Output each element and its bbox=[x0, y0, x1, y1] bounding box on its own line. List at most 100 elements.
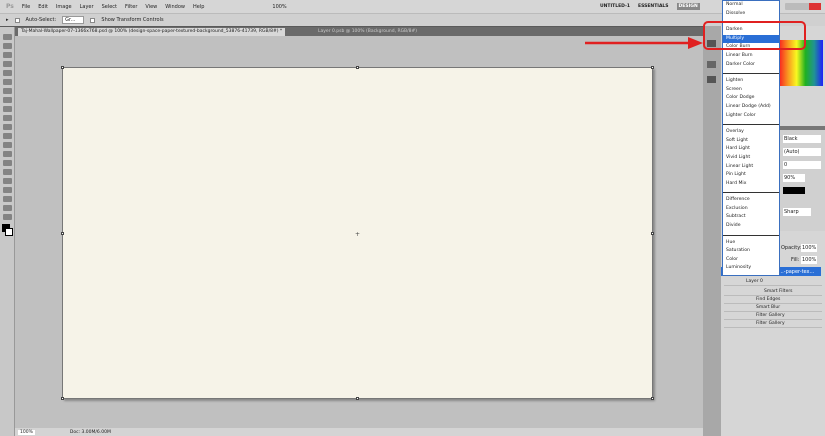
transform-handle[interactable] bbox=[651, 397, 654, 400]
fill-input[interactable]: 100% bbox=[801, 256, 818, 264]
menu-window[interactable]: Window bbox=[165, 4, 185, 10]
document-canvas[interactable]: + bbox=[61, 66, 654, 400]
zoom-tool-icon[interactable] bbox=[3, 214, 12, 220]
blend-mode-option[interactable]: Lighten bbox=[723, 77, 779, 86]
zoom-select[interactable]: 100% bbox=[272, 4, 286, 10]
blend-mode-option[interactable]: Luminosity bbox=[723, 264, 779, 273]
menu-edit[interactable]: Edit bbox=[38, 4, 48, 10]
menu-layer[interactable]: Layer bbox=[80, 4, 94, 10]
gradient-tool-icon[interactable] bbox=[3, 133, 12, 139]
transform-handle[interactable] bbox=[61, 397, 64, 400]
blend-mode-option[interactable]: Difference bbox=[723, 196, 779, 205]
tools-panel bbox=[0, 27, 15, 436]
eraser-tool-icon[interactable] bbox=[3, 124, 12, 130]
transform-handle[interactable] bbox=[61, 66, 64, 69]
layer-row[interactable]: Layer 0 bbox=[724, 278, 822, 286]
quick-select-tool-icon[interactable] bbox=[3, 61, 12, 67]
menu-file[interactable]: File bbox=[22, 4, 30, 10]
dodge-tool-icon[interactable] bbox=[3, 151, 12, 157]
close-button[interactable] bbox=[809, 3, 821, 10]
shape-tool-icon[interactable] bbox=[3, 187, 12, 193]
menu-separator bbox=[723, 120, 779, 126]
filter-row[interactable]: Filter Gallery bbox=[724, 312, 822, 320]
blend-mode-option[interactable]: Color Dodge bbox=[723, 94, 779, 103]
menu-separator bbox=[723, 188, 779, 194]
brush-panel-icon[interactable] bbox=[707, 61, 716, 68]
move-tool-icon[interactable] bbox=[3, 34, 12, 40]
transform-handle[interactable] bbox=[61, 232, 64, 235]
hand-tool-icon[interactable] bbox=[3, 205, 12, 211]
tab-active-document[interactable]: Taj-Mahal-Wallpaper-07-1366x768.psd @ 10… bbox=[18, 28, 286, 36]
opacity-input[interactable]: 100% bbox=[801, 244, 818, 252]
show-transform-checkbox[interactable] bbox=[90, 17, 96, 23]
marquee-tool-icon[interactable] bbox=[3, 43, 12, 49]
blend-mode-option[interactable]: Hard Mix bbox=[723, 180, 779, 189]
filter-row[interactable]: Find Edges bbox=[724, 296, 822, 304]
options-bar: ▸ Auto-Select: Gr... Show Transform Cont… bbox=[0, 13, 825, 26]
menu-image[interactable]: Image bbox=[56, 4, 72, 10]
menu-help[interactable]: Help bbox=[193, 4, 204, 10]
transform-handle[interactable] bbox=[356, 397, 359, 400]
transform-handle[interactable] bbox=[356, 66, 359, 69]
text-color-swatch[interactable] bbox=[783, 187, 805, 194]
auto-select-checkbox[interactable] bbox=[14, 17, 20, 23]
blend-mode-option[interactable]: Normal bbox=[723, 1, 779, 10]
workspace-essentials[interactable]: ESSENTIALS bbox=[638, 4, 669, 9]
blend-mode-option[interactable]: Hard Light bbox=[723, 145, 779, 154]
blend-mode-option[interactable]: Linear Burn bbox=[723, 52, 779, 61]
opacity-label: Opacity: bbox=[781, 245, 802, 251]
blend-mode-option[interactable]: Pin Light bbox=[723, 171, 779, 180]
adjustments-panel-icon[interactable] bbox=[707, 76, 716, 83]
workspace-untitled[interactable]: UNTITLED-1 bbox=[600, 4, 630, 9]
blend-mode-option[interactable]: Darker Color bbox=[723, 61, 779, 70]
menu-filter[interactable]: Filter bbox=[125, 4, 137, 10]
blend-mode-option[interactable]: Vivid Light bbox=[723, 154, 779, 163]
blend-mode-option[interactable]: Linear Dodge (Add) bbox=[723, 103, 779, 112]
lasso-tool-icon[interactable] bbox=[3, 52, 12, 58]
pen-tool-icon[interactable] bbox=[3, 160, 12, 166]
color-select[interactable]: Black bbox=[783, 135, 821, 143]
transform-handle[interactable] bbox=[651, 232, 654, 235]
filter-row[interactable]: Filter Gallery bbox=[724, 320, 822, 328]
transform-handle[interactable] bbox=[651, 66, 654, 69]
blend-mode-option[interactable]: Linear Light bbox=[723, 163, 779, 172]
clone-tool-icon[interactable] bbox=[3, 106, 12, 112]
blend-mode-option[interactable]: Subtract bbox=[723, 213, 779, 222]
menu-view[interactable]: View bbox=[145, 4, 157, 10]
blend-mode-option[interactable]: Hue bbox=[723, 239, 779, 248]
auto-select-dropdown[interactable]: Gr... bbox=[62, 16, 85, 24]
blend-mode-option[interactable]: Screen bbox=[723, 86, 779, 95]
antialias-select[interactable]: Sharp bbox=[783, 208, 811, 216]
3d-tool-icon[interactable] bbox=[3, 196, 12, 202]
healing-tool-icon[interactable] bbox=[3, 88, 12, 94]
blend-mode-option[interactable]: Dissolve bbox=[723, 10, 779, 19]
type-tool-icon[interactable] bbox=[3, 169, 12, 175]
leading-select[interactable]: (Auto) bbox=[783, 148, 821, 156]
blend-mode-option[interactable]: Overlay bbox=[723, 128, 779, 137]
blend-mode-option[interactable]: Color bbox=[723, 256, 779, 265]
blend-mode-option[interactable]: Saturation bbox=[723, 247, 779, 256]
zoom-level[interactable]: 100% bbox=[18, 429, 35, 435]
background-color[interactable] bbox=[5, 228, 13, 236]
menu-select[interactable]: Select bbox=[102, 4, 117, 10]
blend-mode-option[interactable]: Lighter Color bbox=[723, 112, 779, 121]
panel-dock bbox=[703, 26, 721, 436]
smart-filters-row[interactable]: Smart Filters bbox=[724, 288, 822, 296]
move-tool-icon: ▸ bbox=[6, 17, 9, 23]
history-brush-icon[interactable] bbox=[3, 115, 12, 121]
crop-tool-icon[interactable] bbox=[3, 70, 12, 76]
tracking-select[interactable]: 0 bbox=[783, 161, 821, 169]
blur-tool-icon[interactable] bbox=[3, 142, 12, 148]
tab-layer0-psb[interactable]: Layer 0.psb @ 100% (Background, RGB/8#) bbox=[315, 28, 420, 36]
filter-row[interactable]: Smart Blur bbox=[724, 304, 822, 312]
photoshop-logo: Ps bbox=[6, 3, 14, 10]
window-controls[interactable] bbox=[785, 3, 821, 10]
scale-input[interactable]: 90% bbox=[783, 174, 805, 182]
brush-tool-icon[interactable] bbox=[3, 97, 12, 103]
blend-mode-option[interactable]: Divide bbox=[723, 222, 779, 231]
blend-mode-option[interactable]: Soft Light bbox=[723, 137, 779, 146]
blend-mode-option[interactable]: Exclusion bbox=[723, 205, 779, 214]
eyedropper-tool-icon[interactable] bbox=[3, 79, 12, 85]
path-select-icon[interactable] bbox=[3, 178, 12, 184]
workspace-design[interactable]: DESIGN bbox=[676, 3, 700, 10]
